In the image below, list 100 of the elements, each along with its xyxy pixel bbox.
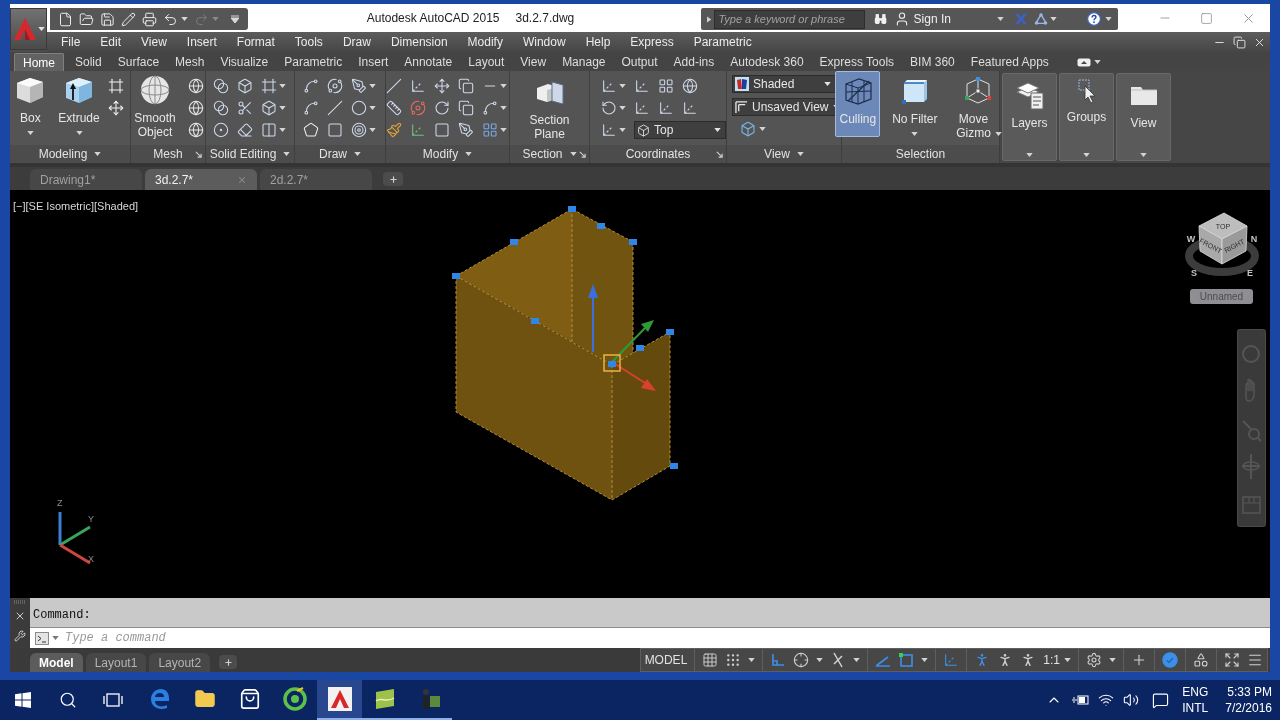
ucs-view-dropdown[interactable]: Top xyxy=(634,121,726,139)
menu-icon[interactable] xyxy=(1247,652,1263,668)
smooth-object-button[interactable]: Smooth Object xyxy=(130,71,180,139)
command-input[interactable]: Type a command xyxy=(65,629,1270,647)
axis-icon[interactable] xyxy=(410,78,426,94)
view-cube-icon[interactable] xyxy=(1185,212,1259,276)
named-view-dropdown[interactable]: Unsaved View xyxy=(732,98,836,116)
caret-icon[interactable] xyxy=(1093,60,1101,64)
menu-item[interactable]: View xyxy=(141,33,167,51)
paintbrush-icon[interactable] xyxy=(386,122,402,138)
new-file-icon[interactable] xyxy=(58,11,73,27)
square-snap-icon[interactable] xyxy=(898,652,915,668)
layout-tab[interactable]: Layout1 xyxy=(85,653,147,672)
sign-in-link[interactable]: Sign In xyxy=(913,10,951,28)
wifi-icon[interactable] xyxy=(1098,692,1115,708)
command-prompt-icon[interactable] xyxy=(35,631,49,645)
crosshair-icon[interactable] xyxy=(793,652,810,668)
caret-icon[interactable] xyxy=(853,658,861,662)
ribbon-tab[interactable]: Mesh xyxy=(175,53,205,71)
ribbon-tab[interactable]: BIM 360 xyxy=(910,53,955,71)
gear-icon[interactable] xyxy=(1086,652,1102,668)
sphere-icon[interactable] xyxy=(139,74,171,106)
grip-icon[interactable] xyxy=(452,273,460,279)
menu-item[interactable]: Draw xyxy=(342,33,371,51)
menu-item[interactable]: Edit xyxy=(100,33,122,51)
caret-icon[interactable] xyxy=(824,82,831,86)
axis-icon[interactable] xyxy=(634,78,650,94)
caret-icon[interactable] xyxy=(796,152,804,156)
launcher-arrow-icon[interactable] xyxy=(716,150,723,158)
new-layout-button[interactable] xyxy=(219,655,238,669)
search-icon[interactable] xyxy=(58,691,77,709)
caret-icon[interactable] xyxy=(1105,17,1112,21)
caret-icon[interactable] xyxy=(37,27,45,31)
caret-icon[interactable] xyxy=(52,636,59,640)
caret-icon[interactable] xyxy=(500,84,507,88)
app-logo-icon[interactable] xyxy=(327,687,352,711)
plus-icon[interactable] xyxy=(1131,652,1147,668)
menu-item[interactable]: Tools xyxy=(294,33,323,51)
layers-button[interactable]: Layers xyxy=(1002,73,1057,161)
caret-icon[interactable] xyxy=(500,106,507,110)
line-icon[interactable] xyxy=(326,100,343,116)
plus-icon[interactable] xyxy=(223,657,233,667)
axis-icon[interactable] xyxy=(682,100,698,116)
caret-icon[interactable] xyxy=(714,128,721,132)
viewport-menu-button[interactable]: [−] xyxy=(13,198,26,215)
scissors-icon[interactable] xyxy=(236,100,253,116)
view-frame-icon[interactable] xyxy=(735,100,748,114)
caret-icon[interactable] xyxy=(1064,658,1071,662)
browser-logo-icon[interactable] xyxy=(148,688,171,710)
globe-icon[interactable] xyxy=(188,100,204,116)
caret-icon[interactable] xyxy=(368,128,376,132)
caret-icon[interactable] xyxy=(1049,17,1057,21)
grid-icon[interactable] xyxy=(702,652,719,668)
cube-icon[interactable] xyxy=(236,78,253,94)
help-icon[interactable] xyxy=(1086,11,1101,27)
filled-circle-icon[interactable] xyxy=(1162,652,1178,668)
launcher-arrow-icon[interactable] xyxy=(195,150,202,158)
overlapping-circles-icon[interactable] xyxy=(212,100,229,116)
caret-icon[interactable] xyxy=(921,658,929,662)
caret-icon[interactable] xyxy=(500,128,507,132)
pencil-icon[interactable] xyxy=(121,11,136,27)
ribbon-tab[interactable]: Autodesk 360 xyxy=(730,53,804,71)
folder-icon[interactable] xyxy=(193,688,216,710)
ribbon-tab[interactable]: Solid xyxy=(75,53,102,71)
globe-icon[interactable] xyxy=(188,122,204,138)
pen-icon[interactable] xyxy=(458,122,474,138)
orbit-icon[interactable] xyxy=(326,78,343,94)
caret-icon[interactable] xyxy=(1083,153,1090,157)
circle-dot-icon[interactable] xyxy=(212,122,229,138)
rotate-icon[interactable] xyxy=(601,100,617,116)
axis-icon[interactable] xyxy=(410,122,426,138)
view-direction-button[interactable]: [SE Isometric] xyxy=(25,198,94,215)
shopping-bag-icon[interactable] xyxy=(238,688,261,710)
clock-button[interactable]: 5:33 PM 7/2/2016 xyxy=(1225,684,1272,716)
panel-toggle-icon[interactable] xyxy=(1076,57,1091,67)
globe-icon[interactable] xyxy=(188,78,204,94)
caret-icon[interactable] xyxy=(994,132,1002,136)
ribbon-tab[interactable]: Surface xyxy=(117,53,160,71)
curve-icon[interactable] xyxy=(302,78,319,94)
menu-item[interactable]: Dimension xyxy=(390,33,448,51)
shaded-shapes-icon[interactable] xyxy=(735,77,749,91)
caret-icon[interactable] xyxy=(619,84,626,88)
triangle-nodes-icon[interactable] xyxy=(1033,12,1048,26)
caret-icon[interactable] xyxy=(759,127,766,131)
grid-icon[interactable] xyxy=(658,78,674,94)
speaker-icon[interactable] xyxy=(1123,692,1140,708)
grip-icon[interactable] xyxy=(531,318,539,324)
dots-icon[interactable] xyxy=(725,652,742,668)
copy-icon[interactable] xyxy=(458,100,474,116)
globe-icon[interactable] xyxy=(682,78,698,94)
caret-icon[interactable] xyxy=(181,17,188,21)
axis-icon[interactable] xyxy=(601,122,617,138)
customize-caret-icon[interactable] xyxy=(231,15,239,23)
new-tab-button[interactable] xyxy=(383,172,403,186)
caret-icon[interactable] xyxy=(368,106,376,110)
compass-label[interactable]: S xyxy=(1191,268,1197,278)
ribbon-tab[interactable]: Parametric xyxy=(284,53,343,71)
ribbon-tab[interactable]: Layout xyxy=(468,53,505,71)
caret-icon[interactable] xyxy=(75,131,83,135)
view-gallery-button[interactable]: View xyxy=(1116,73,1171,161)
